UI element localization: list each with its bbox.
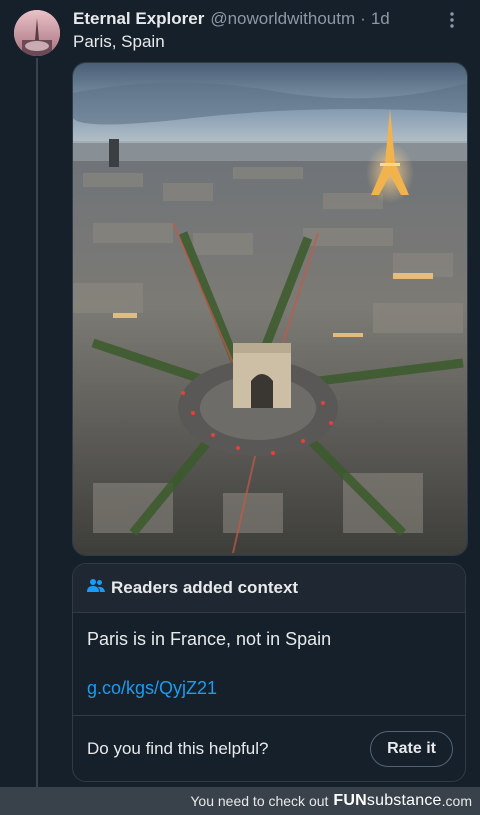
community-note-link[interactable]: g.co/kgs/QyjZ21 [87, 678, 451, 699]
community-note-header: Readers added context [73, 564, 465, 613]
watermark-brand-rest: substance [366, 792, 442, 809]
people-icon [87, 578, 105, 599]
aerial-city-photo [73, 63, 467, 555]
tweet-text: Paris, Spain [73, 32, 165, 51]
watermark-brand-bold: FUN [333, 792, 367, 809]
tweet-media-image[interactable] [72, 62, 468, 556]
tweet-header: Eternal Explorer @noworldwithoutm · 1d [73, 8, 464, 30]
avatar[interactable] [14, 10, 60, 56]
rate-it-button[interactable]: Rate it [370, 731, 453, 767]
helpful-row: Do you find this helpful? Rate it [73, 716, 465, 781]
watermark-bar: You need to check out FUNsubstance .com [0, 787, 480, 815]
helpful-question: Do you find this helpful? [87, 739, 269, 758]
separator-dot: · [360, 9, 366, 28]
display-name[interactable]: Eternal Explorer [73, 9, 204, 29]
thread-line [36, 58, 38, 788]
community-note-text: Paris is in France, not in Spain [87, 629, 332, 649]
watermark-prefix: You need to check out [190, 793, 329, 809]
avatar-image [14, 10, 60, 56]
more-dots-icon[interactable] [442, 10, 462, 30]
community-note-title: Readers added context [111, 578, 299, 597]
timestamp[interactable]: 1d [371, 9, 390, 29]
user-handle[interactable]: @noworldwithoutm [210, 9, 355, 29]
watermark-tld: .com [441, 793, 472, 809]
watermark-brand: FUNsubstance [333, 792, 441, 810]
community-note-card: Readers added context Paris is in France… [72, 563, 466, 782]
